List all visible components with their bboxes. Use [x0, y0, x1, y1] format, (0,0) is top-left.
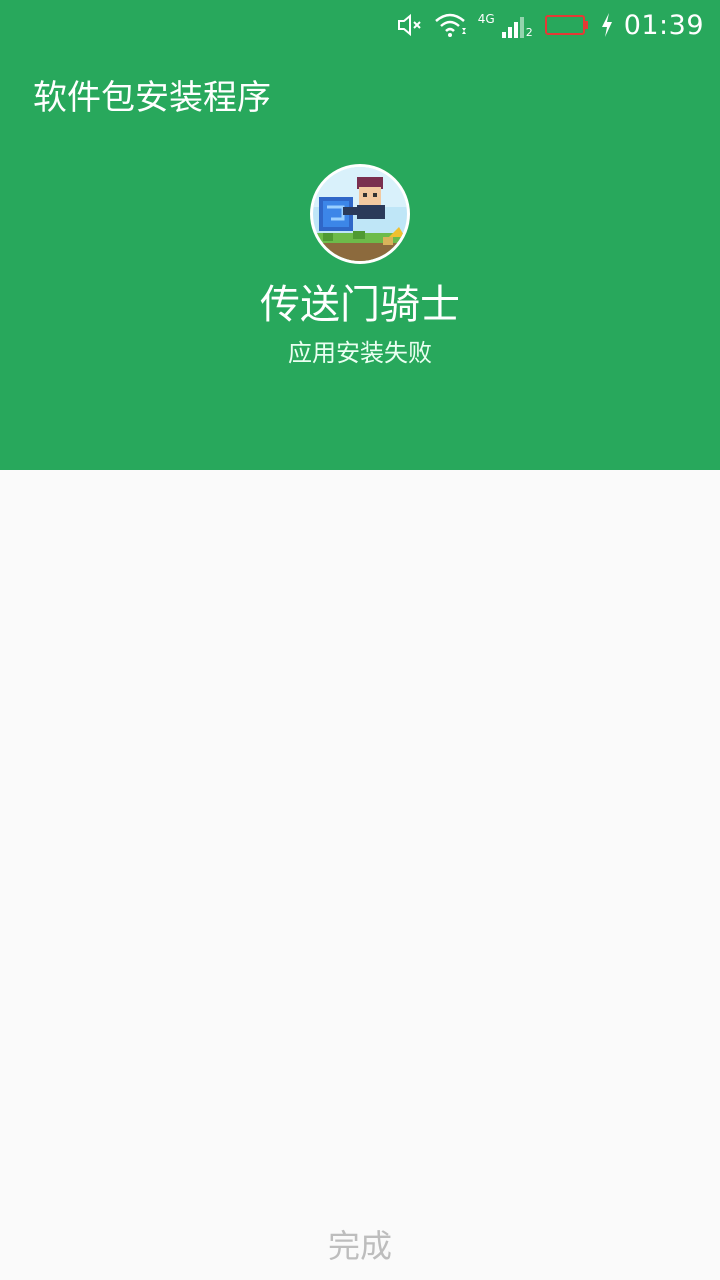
done-button[interactable]: 完成 [260, 1212, 460, 1276]
app-icon-image [313, 167, 407, 261]
app-name: 传送门骑士 [260, 282, 460, 328]
sim-slot-label: 2 [525, 26, 533, 39]
app-icon [310, 164, 410, 264]
status-bar: 4G 2 01:39 [0, 0, 720, 50]
charging-icon [600, 12, 614, 38]
cell-signal-icon: 4G 2 [478, 10, 534, 40]
header-panel: 4G 2 01:39 软件包安装程序 传送门骑士 应用安装失败 [0, 0, 720, 470]
install-status-text: 应用安装失败 [288, 339, 432, 367]
mute-icon [396, 12, 424, 38]
status-time: 01:39 [623, 9, 704, 41]
status-icons: 4G 2 01:39 [396, 8, 704, 42]
network-type-label: 4G [477, 12, 495, 26]
battery-icon [544, 12, 590, 38]
page-title: 软件包安装程序 [33, 78, 271, 118]
wifi-icon [434, 12, 468, 38]
